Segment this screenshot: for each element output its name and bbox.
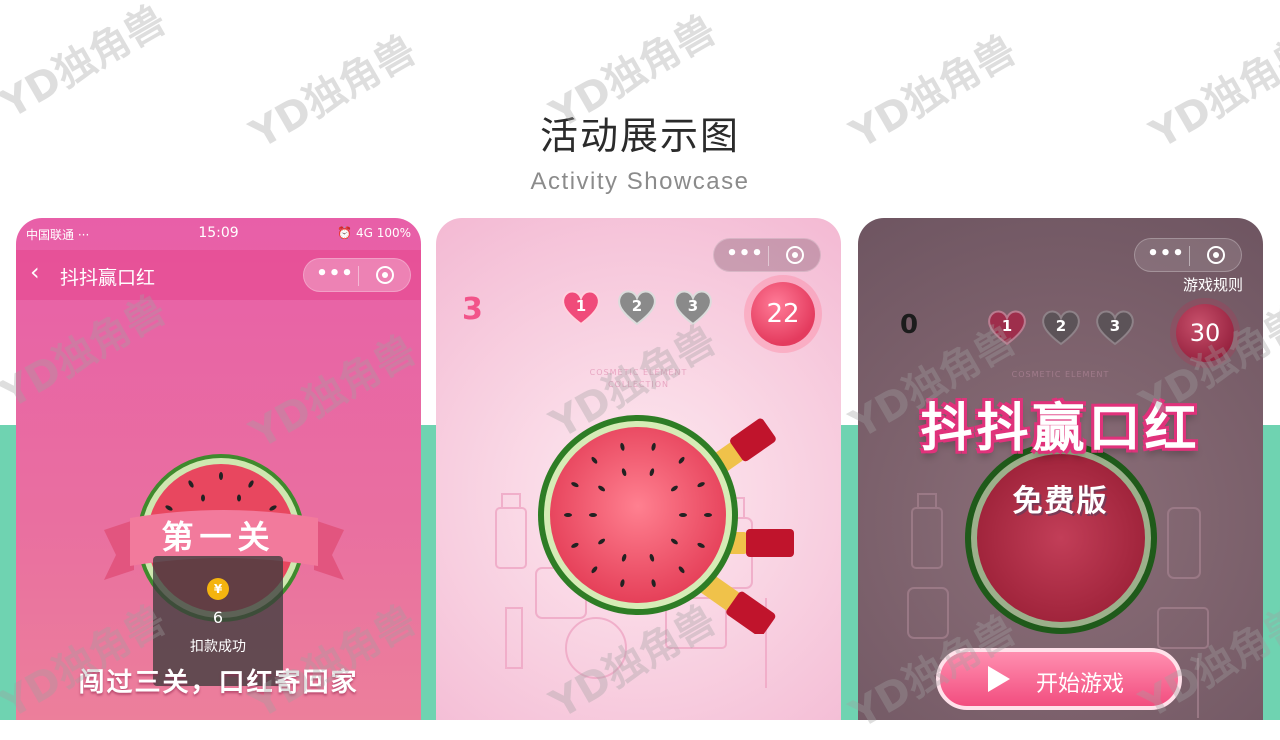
mini-program-capsule: ••• (1134, 238, 1242, 272)
game-title: 抖抖赢口红 (920, 399, 1201, 459)
capsule-divider (358, 266, 359, 286)
game-rules-link[interactable]: 游戏规则 (1183, 274, 1243, 295)
page-heading: 活动展示图 Activity Showcase (0, 105, 1280, 196)
heart-life-icon: 1 (560, 288, 602, 326)
page-title: 活动展示图 (539, 114, 740, 158)
toast-amount: 6 (212, 608, 224, 627)
close-target-icon[interactable] (786, 246, 804, 264)
start-game-label: 开始游戏 (1036, 672, 1125, 697)
countdown-orb: 30 (1176, 304, 1234, 362)
capsule-divider (1189, 246, 1190, 266)
close-target-icon[interactable] (1207, 246, 1225, 264)
play-icon (988, 666, 1010, 692)
coin-icon: ¥ (207, 578, 229, 600)
phone-screen-gameplay: ••• 3 1 2 3 22 COSMETIC ELEMENT COLLECTI… (436, 218, 841, 720)
heart-number: 2 (631, 297, 643, 315)
heart-life-icon: 2 (1040, 308, 1082, 346)
heart-life-icon: 3 (1094, 308, 1136, 346)
heart-number: 3 (1109, 317, 1121, 335)
decor-label-line1: COSMETIC ELEMENT (589, 368, 688, 377)
watermelon-seed (589, 513, 597, 517)
capsule-divider (768, 246, 769, 266)
status-bar: 中国联通 ··· 15:09 ⏰ 4G 100% (16, 218, 421, 248)
more-menu-button[interactable]: ••• (1147, 243, 1185, 265)
page-subtitle: Activity Showcase (530, 168, 750, 195)
watermelon-seed (564, 513, 572, 517)
watermelon-seed (679, 513, 687, 517)
level-ribbon-text: 第一关 (161, 518, 276, 556)
countdown-orb: 22 (751, 282, 815, 346)
mini-program-capsule: ••• (303, 258, 411, 292)
status-indicators: ⏰ 4G 100% (337, 226, 411, 240)
decor-label-line1: COSMETIC ELEMENT (1011, 370, 1110, 379)
heart-number: 1 (575, 297, 587, 315)
back-chevron-icon[interactable]: ‹ (30, 260, 40, 284)
close-target-icon[interactable] (376, 266, 394, 284)
heart-life-icon: 3 (672, 288, 714, 326)
nav-title: 抖抖赢口红 (60, 267, 156, 289)
more-menu-button[interactable]: ••• (316, 263, 354, 285)
watermelon-target (965, 442, 1157, 634)
decor-label-line2: COLLECTION (608, 380, 669, 389)
mini-program-capsule: ••• (713, 238, 821, 272)
heart-number: 1 (1001, 317, 1013, 335)
phone-screen-level-one: 中国联通 ··· 15:09 ⏰ 4G 100% ‹ 抖抖赢口红 ••• 第一关… (16, 218, 421, 720)
watermelon-target (538, 415, 738, 615)
heart-life-icon: 1 (986, 308, 1028, 346)
more-menu-button[interactable]: ••• (726, 243, 764, 265)
toast-message: 扣款成功 (190, 639, 246, 655)
free-version-label: 免费版 (1012, 484, 1109, 519)
start-game-button[interactable]: 开始游戏 (936, 648, 1182, 710)
heart-number: 3 (687, 297, 699, 315)
level-number: 0 (900, 310, 919, 340)
heart-life-icon: 2 (616, 288, 658, 326)
slogan-text: 闯过三关，口红寄回家 (78, 668, 359, 698)
phone-screen-start: ••• 游戏规则 0 1 2 3 30 COSMETIC ELEMENT 抖抖赢… (858, 218, 1263, 720)
heart-number: 2 (1055, 317, 1067, 335)
level-number: 3 (462, 292, 483, 327)
watermelon-seed (704, 513, 712, 517)
